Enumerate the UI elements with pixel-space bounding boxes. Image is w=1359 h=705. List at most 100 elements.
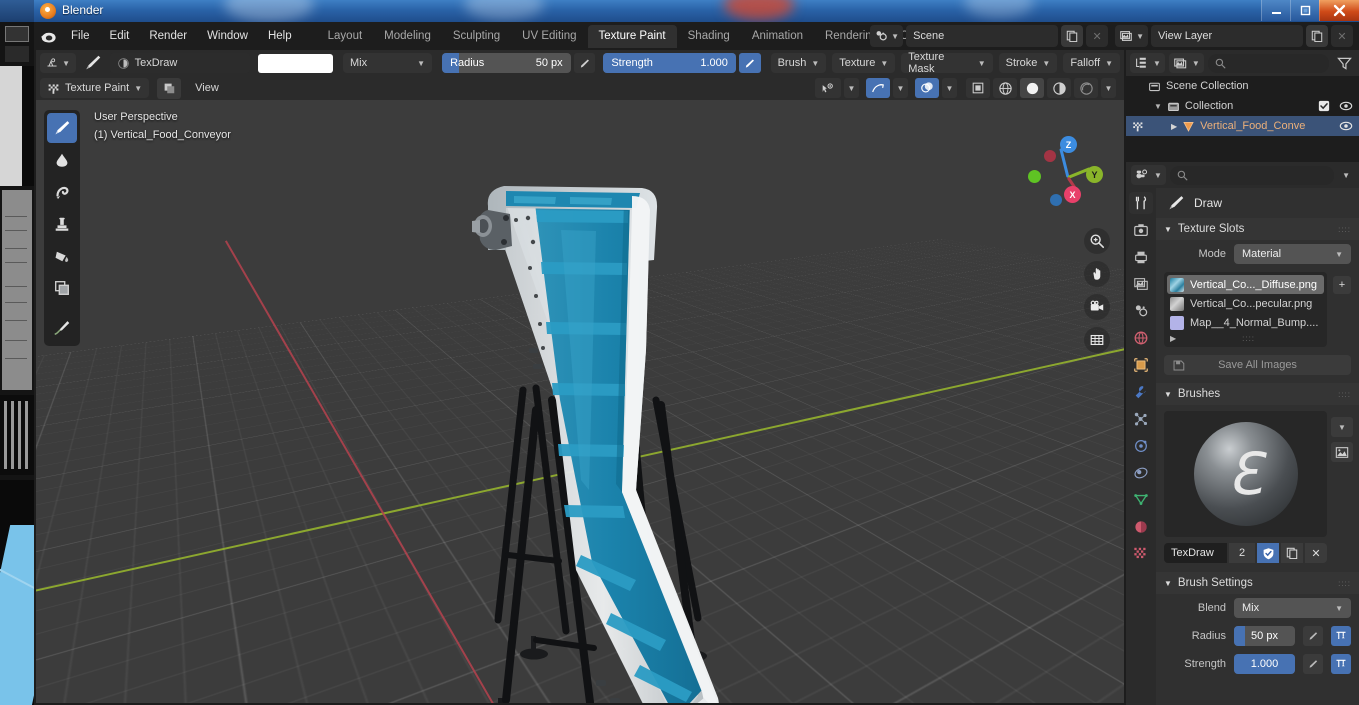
outliner-row-scene-collection[interactable]: Scene Collection [1126, 76, 1359, 96]
mask-tool-button[interactable] [47, 273, 77, 303]
zoom-button[interactable] [1084, 228, 1110, 254]
xray-toggle-button[interactable] [866, 78, 890, 98]
eye-icon[interactable] [1339, 99, 1353, 113]
smear-tool-button[interactable] [47, 177, 77, 207]
slot-list-expand-icon[interactable]: ▶ [1170, 334, 1176, 343]
outliner-row-object[interactable]: ▶ Vertical_Food_Conve [1126, 116, 1359, 136]
blend-row[interactable]: Blend Mix ▼ [1156, 594, 1359, 622]
remove-view-layer-button[interactable]: ✕ [1331, 25, 1353, 47]
blend-mode-dropdown[interactable]: Mix ▼ [343, 53, 433, 73]
texture-slot-mode-dropdown[interactable]: Material ▼ [1234, 244, 1351, 264]
texture-slots-panel-header[interactable]: ▼ Texture Slots :::: [1156, 218, 1359, 240]
outliner-search-input[interactable] [1207, 53, 1329, 73]
face-orientation-button[interactable] [966, 78, 990, 98]
shading-dropdown[interactable]: ▼ [1101, 78, 1116, 98]
ortho-toggle-button[interactable] [1084, 327, 1110, 353]
radius-slider[interactable]: Radius 50 px [442, 53, 571, 73]
menu-help[interactable]: Help [259, 27, 301, 45]
overlays-toggle-button[interactable] [915, 78, 939, 98]
properties-tab-scene[interactable] [1129, 300, 1153, 322]
tab-sculpting[interactable]: Sculpting [442, 25, 511, 48]
properties-editor-type-dropdown[interactable]: ▼ [1131, 165, 1166, 185]
properties-tab-view-layer[interactable] [1129, 273, 1153, 295]
viewport-nav-buttons[interactable] [1084, 228, 1110, 353]
radius-pressure-button[interactable] [573, 53, 596, 73]
wireframe-shading-button[interactable] [993, 78, 1017, 98]
properties-editor[interactable]: ▼ ▼ Draw ▼ Texture Slots:::: Mode Mater… [1126, 162, 1359, 705]
radius-pressure-toggle[interactable] [1303, 626, 1323, 646]
strength-slider[interactable]: Strength 1.000 [603, 53, 736, 73]
radius-unit-toggle[interactable] [1331, 626, 1351, 646]
properties-tab-particles[interactable] [1129, 408, 1153, 430]
properties-tab-material[interactable] [1129, 516, 1153, 538]
clone-tool-button[interactable] [47, 209, 77, 239]
blend-dropdown[interactable]: Mix ▼ [1234, 598, 1351, 618]
gizmo-neg-x-axis[interactable] [1044, 150, 1056, 162]
gizmo-neg-z-axis[interactable] [1050, 194, 1062, 206]
duplicate-brush-button[interactable] [1281, 543, 1303, 563]
solid-shading-button[interactable] [1020, 78, 1044, 98]
properties-header[interactable]: ▼ ▼ [1126, 162, 1359, 188]
minimize-button[interactable] [1261, 0, 1290, 21]
draw-tool-button[interactable] [47, 113, 77, 143]
menu-render[interactable]: Render [140, 27, 196, 45]
brush-popover[interactable]: Brush ▼ [770, 53, 827, 73]
scene-name-field[interactable]: Scene [906, 25, 1059, 47]
strength-row[interactable]: Strength 1.000 [1156, 650, 1359, 678]
fake-user-button[interactable] [1257, 543, 1279, 563]
outliner-filter-button[interactable] [1333, 53, 1355, 73]
properties-tab-data[interactable] [1129, 489, 1153, 511]
overlays-dropdown[interactable]: ▼ [942, 78, 957, 98]
blender-logo-icon[interactable] [34, 22, 62, 50]
pan-button[interactable] [1084, 261, 1110, 287]
strength-value-slider[interactable]: 1.000 [1234, 654, 1295, 674]
fill-tool-button[interactable] [47, 241, 77, 271]
texture-slot-mode-row[interactable]: Mode Material ▼ [1156, 240, 1359, 268]
mode-dropdown[interactable]: Texture Paint ▼ [40, 78, 150, 98]
maximize-button[interactable] [1290, 0, 1319, 21]
brush-datablock-row[interactable]: TexDraw 2 ✕ [1164, 543, 1327, 563]
add-texture-slot-button[interactable]: + [1333, 276, 1351, 294]
tab-layout[interactable]: Layout [317, 25, 374, 48]
stroke-popover[interactable]: Stroke ▼ [998, 53, 1058, 73]
menu-edit[interactable]: Edit [101, 27, 139, 45]
view-layer-browse-dropdown[interactable]: ▼ [1115, 25, 1148, 47]
close-button[interactable] [1319, 0, 1359, 21]
gizmo-neg-y-axis[interactable] [1028, 170, 1041, 183]
properties-search-input[interactable] [1169, 165, 1335, 185]
save-all-images-button[interactable]: Save All Images [1164, 355, 1351, 375]
properties-tab-modifier[interactable] [1129, 381, 1153, 403]
unlink-brush-button[interactable]: ✕ [1305, 543, 1327, 563]
tab-animation[interactable]: Animation [741, 25, 814, 48]
viewport-toolbar[interactable] [44, 110, 80, 346]
material-preview-button[interactable] [1047, 78, 1071, 98]
falloff-popover[interactable]: Falloff ▼ [1063, 53, 1121, 73]
view-layer-name-field[interactable]: View Layer [1151, 25, 1303, 47]
brush-datablock-field[interactable]: TexDraw [109, 53, 250, 73]
radius-value-slider[interactable]: 50 px [1234, 626, 1295, 646]
panel-disclosure-icon[interactable]: ▼ [1164, 225, 1172, 234]
properties-tab-strip[interactable] [1126, 188, 1156, 705]
properties-tab-texture[interactable] [1129, 543, 1153, 565]
texture-mask-popover[interactable]: Texture Mask ▼ [901, 51, 993, 75]
outliner-row-collection[interactable]: ▼ Collection [1126, 96, 1359, 116]
visibility-overlay-button[interactable] [815, 78, 841, 98]
properties-tab-physics[interactable] [1129, 435, 1153, 457]
window-controls[interactable] [1261, 0, 1359, 21]
properties-tab-object[interactable] [1129, 354, 1153, 376]
annotate-tool-button[interactable] [47, 313, 77, 343]
brush-list-dropdown[interactable]: ▼ [1331, 417, 1353, 437]
slot-list-grip-icon[interactable]: :::: [1242, 334, 1255, 343]
outliner-editor[interactable]: ▼ ▼ Scene Collection ▼ Collection ▶ Vert… [1126, 50, 1359, 162]
panel-disclosure-icon[interactable]: ▼ [1164, 390, 1172, 399]
tab-modeling[interactable]: Modeling [373, 25, 442, 48]
gizmo-y-axis[interactable]: Y [1086, 166, 1103, 183]
strength-unit-toggle[interactable] [1331, 654, 1351, 674]
rendered-shading-button[interactable] [1074, 78, 1098, 98]
properties-tab-constraints[interactable] [1129, 462, 1153, 484]
view-menu[interactable]: View [189, 78, 225, 98]
visibility-dropdown[interactable]: ▼ [844, 78, 859, 98]
properties-tab-tool[interactable] [1129, 192, 1153, 214]
strength-pressure-button[interactable] [738, 53, 761, 73]
outliner-editor-type-dropdown[interactable]: ▼ [1130, 53, 1165, 73]
